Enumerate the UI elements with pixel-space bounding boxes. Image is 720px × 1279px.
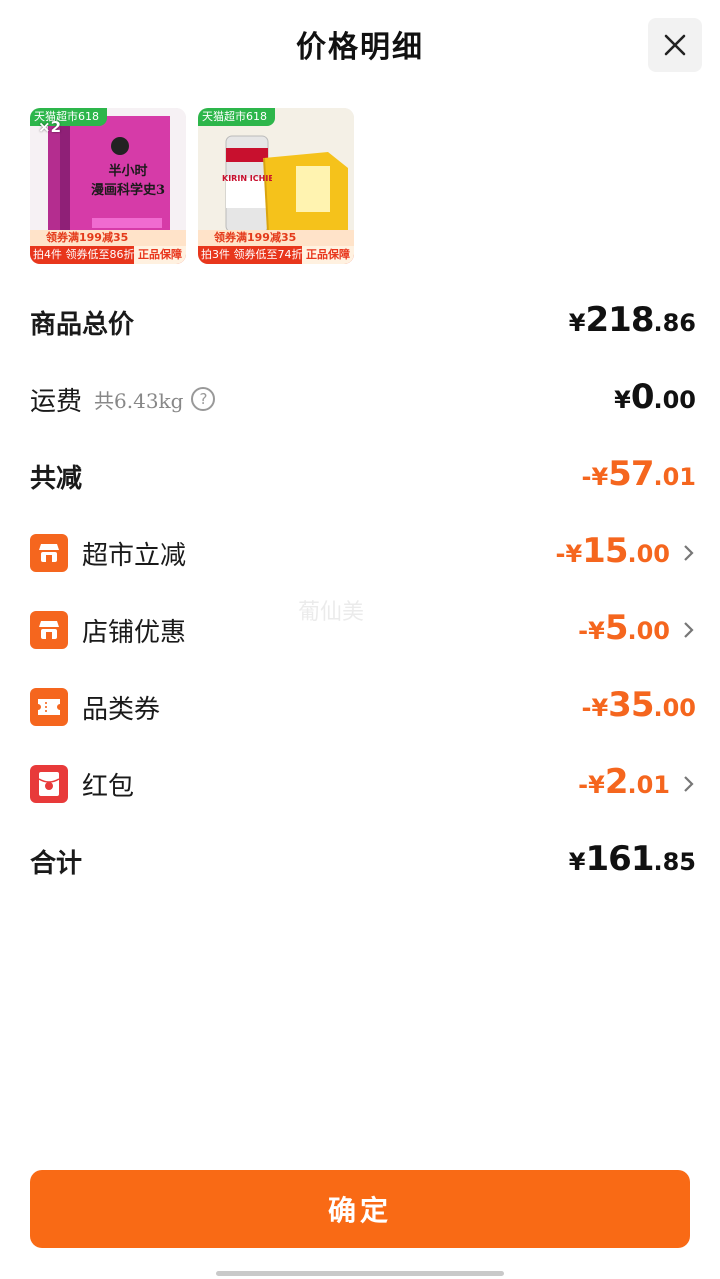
page-title: 价格明细 — [296, 30, 424, 65]
amount-integer: 0 — [630, 377, 655, 417]
red-packet-icon — [30, 765, 68, 803]
amount-decimal: .00 — [627, 540, 670, 568]
red-packet-label: 红包 — [82, 771, 135, 802]
supermarket-discount-label: 超市立减 — [82, 540, 187, 571]
product-thumbnails: 半小时 漫画科学史3 天猫超市618 ×2 领券满199减35 拍4件 领券低至… — [30, 108, 354, 264]
amount-decimal: .00 — [653, 386, 696, 414]
chevron-right-icon — [684, 622, 694, 638]
amount-integer: 57 — [608, 454, 654, 494]
shipping-weight: 共6.43kg — [94, 388, 184, 413]
row-supermarket-discount[interactable]: 超市立减 -¥ 15 .00 — [30, 525, 696, 581]
amount-integer: 2 — [604, 762, 629, 802]
total-goods-amount: ¥ 218 .86 — [569, 294, 696, 350]
deal-strip: 拍4件 领券低至86折 正品保障 — [30, 246, 186, 264]
product-thumbnail-beer[interactable]: KIRIN ICHIBAN 天猫超市618 领券满199减35 拍3件 领券低至… — [198, 108, 354, 264]
guarantee-badge: 正品保障 — [134, 246, 186, 264]
confirm-button[interactable]: 确定 — [30, 1170, 690, 1248]
book-cover-title: 半小时 漫画科学史3 — [90, 164, 166, 198]
store-icon — [30, 534, 68, 572]
coupon-strip: 领券满199减35 — [198, 230, 354, 246]
deal-strip: 拍3件 领券低至74折 正品保障 — [198, 246, 354, 264]
home-indicator — [216, 1271, 504, 1276]
store-discount-label: 店铺优惠 — [82, 617, 187, 648]
currency-symbol: ¥ — [568, 309, 586, 337]
beer-label-text: KIRIN ICHIBAN — [222, 174, 272, 183]
currency-symbol: ¥ — [568, 848, 586, 876]
currency-symbol: ¥ — [614, 386, 631, 414]
tmall-618-tag: 天猫超市618 — [198, 108, 275, 126]
total-goods-label: 商品总价 — [30, 309, 135, 340]
row-grand-total: 合计 ¥ 161 .85 — [30, 833, 696, 889]
amount-integer: 218 — [585, 300, 655, 340]
category-coupon-amount: -¥ 35 .00 — [581, 679, 696, 735]
store-discount-amount: -¥ 5 .00 — [578, 602, 670, 658]
coupon-icon — [30, 688, 68, 726]
watermark: 葡仙美 — [298, 600, 365, 625]
chevron-right-icon — [684, 545, 694, 561]
row-category-coupon: 品类券 -¥ 35 .00 — [30, 679, 696, 735]
total-discount-label: 共减 — [30, 463, 83, 494]
deal-text: 拍3件 领券低至74折 — [201, 248, 303, 261]
category-coupon-label: 品类券 — [82, 694, 161, 725]
grand-total-label: 合计 — [30, 848, 83, 879]
header: 价格明细 — [0, 0, 720, 90]
total-discount-amount: -¥ 57 .01 — [581, 448, 696, 504]
quantity-badge: ×2 — [38, 118, 62, 136]
amount-integer: 35 — [608, 685, 654, 725]
close-button[interactable] — [648, 18, 702, 72]
row-total-goods: 商品总价 ¥ 218 .86 — [30, 294, 696, 350]
currency-symbol: -¥ — [581, 463, 609, 491]
currency-symbol: -¥ — [578, 617, 605, 645]
supermarket-discount-amount: -¥ 15 .00 — [555, 525, 670, 581]
currency-symbol: -¥ — [578, 771, 605, 799]
help-icon[interactable]: ? — [191, 387, 216, 411]
row-red-packet[interactable]: 红包 -¥ 2 .01 — [30, 756, 696, 812]
amount-integer: 5 — [604, 608, 629, 648]
currency-symbol: -¥ — [581, 694, 609, 722]
currency-symbol: -¥ — [555, 540, 583, 568]
coupon-strip: 领券满199减35 — [30, 230, 186, 246]
amount-decimal: .85 — [653, 848, 696, 876]
grand-total-amount: ¥ 161 .85 — [569, 833, 696, 889]
store-icon — [30, 611, 68, 649]
row-shipping: 运费 共6.43kg ? ¥ 0 .00 — [30, 371, 696, 427]
shipping-label: 运费 — [30, 386, 83, 417]
product-thumbnail-book[interactable]: 半小时 漫画科学史3 天猫超市618 ×2 领券满199减35 拍4件 领券低至… — [30, 108, 186, 264]
row-total-discount: 共减 -¥ 57 .01 — [30, 448, 696, 504]
amount-decimal: .86 — [653, 309, 696, 337]
red-packet-amount: -¥ 2 .01 — [578, 756, 670, 812]
deal-text: 拍4件 领券低至86折 — [33, 248, 135, 261]
chevron-right-icon — [684, 776, 694, 792]
amount-decimal: .01 — [653, 463, 696, 491]
amount-integer: 161 — [585, 839, 655, 879]
close-icon — [664, 34, 686, 56]
guarantee-badge: 正品保障 — [302, 246, 354, 264]
amount-integer: 15 — [582, 531, 628, 571]
amount-decimal: .00 — [653, 694, 696, 722]
shipping-amount: ¥ 0 .00 — [614, 371, 696, 427]
amount-decimal: .01 — [627, 771, 670, 799]
amount-decimal: .00 — [627, 617, 670, 645]
